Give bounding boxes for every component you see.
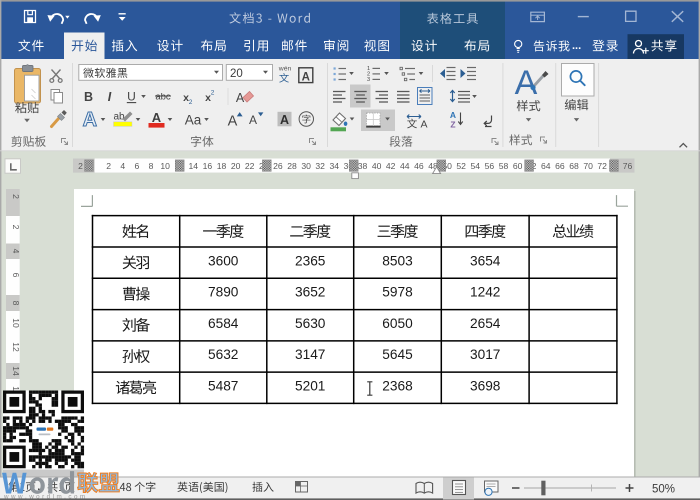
svg-text:A: A bbox=[302, 71, 310, 83]
svg-text:4: 4 bbox=[120, 161, 125, 171]
svg-text:A: A bbox=[83, 109, 97, 131]
svg-text:8503: 8503 bbox=[382, 253, 413, 268]
svg-text:6: 6 bbox=[11, 273, 21, 278]
svg-text:Aa: Aa bbox=[185, 113, 202, 128]
svg-text:68: 68 bbox=[569, 161, 579, 171]
svg-text:3652: 3652 bbox=[295, 285, 325, 300]
svg-text:12: 12 bbox=[11, 342, 21, 352]
svg-text:U: U bbox=[127, 89, 136, 103]
svg-text:5487: 5487 bbox=[208, 378, 238, 393]
svg-text:56: 56 bbox=[485, 161, 495, 171]
svg-text:10: 10 bbox=[160, 161, 170, 171]
svg-text:34: 34 bbox=[330, 161, 340, 171]
svg-text:46: 46 bbox=[414, 161, 424, 171]
svg-text:2: 2 bbox=[106, 161, 111, 171]
svg-text:6584: 6584 bbox=[208, 316, 239, 331]
svg-text:44: 44 bbox=[400, 161, 410, 171]
svg-text:A: A bbox=[249, 113, 257, 127]
svg-text:54: 54 bbox=[471, 161, 481, 171]
svg-text:50%: 50% bbox=[652, 483, 675, 495]
svg-text:5630: 5630 bbox=[295, 316, 326, 331]
svg-text:58: 58 bbox=[499, 161, 509, 171]
svg-text:8: 8 bbox=[11, 301, 21, 306]
svg-text:20: 20 bbox=[231, 161, 241, 171]
svg-text:3698: 3698 bbox=[470, 378, 501, 393]
svg-text:A: A bbox=[450, 110, 456, 120]
svg-text:2: 2 bbox=[11, 194, 21, 199]
svg-text:42: 42 bbox=[386, 161, 396, 171]
svg-text:28: 28 bbox=[287, 161, 297, 171]
svg-text:5632: 5632 bbox=[208, 347, 238, 362]
svg-text:A: A bbox=[228, 114, 238, 130]
svg-text:ab: ab bbox=[113, 112, 125, 123]
svg-text:3: 3 bbox=[367, 77, 370, 83]
svg-text:7890: 7890 bbox=[208, 285, 239, 300]
svg-text:A: A bbox=[420, 119, 427, 131]
svg-text:10: 10 bbox=[11, 318, 21, 328]
svg-text:72: 72 bbox=[597, 161, 607, 171]
svg-text:I: I bbox=[108, 90, 112, 104]
svg-text:76: 76 bbox=[623, 161, 633, 171]
svg-text:5978: 5978 bbox=[382, 285, 413, 300]
svg-text:60: 60 bbox=[513, 161, 523, 171]
svg-text:2: 2 bbox=[78, 161, 83, 171]
svg-text:3017: 3017 bbox=[470, 347, 500, 362]
svg-text:3654: 3654 bbox=[470, 253, 501, 268]
svg-text:Z: Z bbox=[450, 120, 455, 130]
svg-text:26: 26 bbox=[273, 161, 283, 171]
svg-text:wén: wén bbox=[278, 66, 292, 73]
svg-text:2368: 2368 bbox=[382, 378, 413, 393]
svg-text:66: 66 bbox=[555, 161, 565, 171]
svg-text:14: 14 bbox=[189, 161, 199, 171]
svg-text:3600: 3600 bbox=[208, 253, 239, 268]
svg-text:4: 4 bbox=[11, 249, 21, 254]
svg-text:8: 8 bbox=[149, 161, 154, 171]
svg-text:20: 20 bbox=[230, 68, 243, 80]
svg-text:B: B bbox=[84, 90, 93, 104]
svg-text:A: A bbox=[280, 113, 289, 127]
svg-text:abc: abc bbox=[155, 91, 171, 102]
svg-text:2365: 2365 bbox=[295, 253, 326, 268]
svg-text:64: 64 bbox=[541, 161, 551, 171]
svg-text:52: 52 bbox=[456, 161, 466, 171]
svg-text:6050: 6050 bbox=[382, 316, 413, 331]
svg-text:2: 2 bbox=[211, 90, 215, 97]
svg-text:70: 70 bbox=[583, 161, 593, 171]
svg-text:18: 18 bbox=[217, 161, 227, 171]
svg-text:3147: 3147 bbox=[295, 347, 325, 362]
svg-text:...: ... bbox=[572, 40, 581, 52]
svg-text:2: 2 bbox=[11, 225, 21, 230]
svg-text:5201: 5201 bbox=[295, 378, 325, 393]
svg-text:40: 40 bbox=[372, 161, 382, 171]
svg-text:1242: 1242 bbox=[470, 285, 500, 300]
svg-text:30: 30 bbox=[301, 161, 311, 171]
svg-text:w w w . w o r d l m . c o m: w w w . w o r d l m . c o m bbox=[3, 494, 86, 500]
svg-text:2: 2 bbox=[189, 99, 193, 106]
svg-text:A: A bbox=[152, 110, 162, 125]
svg-text:22: 22 bbox=[245, 161, 255, 171]
svg-text:32: 32 bbox=[315, 161, 325, 171]
svg-text:6: 6 bbox=[135, 161, 140, 171]
svg-text:5645: 5645 bbox=[382, 347, 413, 362]
svg-text:14: 14 bbox=[11, 366, 21, 376]
svg-text:16: 16 bbox=[203, 161, 213, 171]
svg-text:38: 38 bbox=[358, 161, 368, 171]
svg-text:2654: 2654 bbox=[470, 316, 501, 331]
svg-text:A: A bbox=[515, 64, 538, 102]
